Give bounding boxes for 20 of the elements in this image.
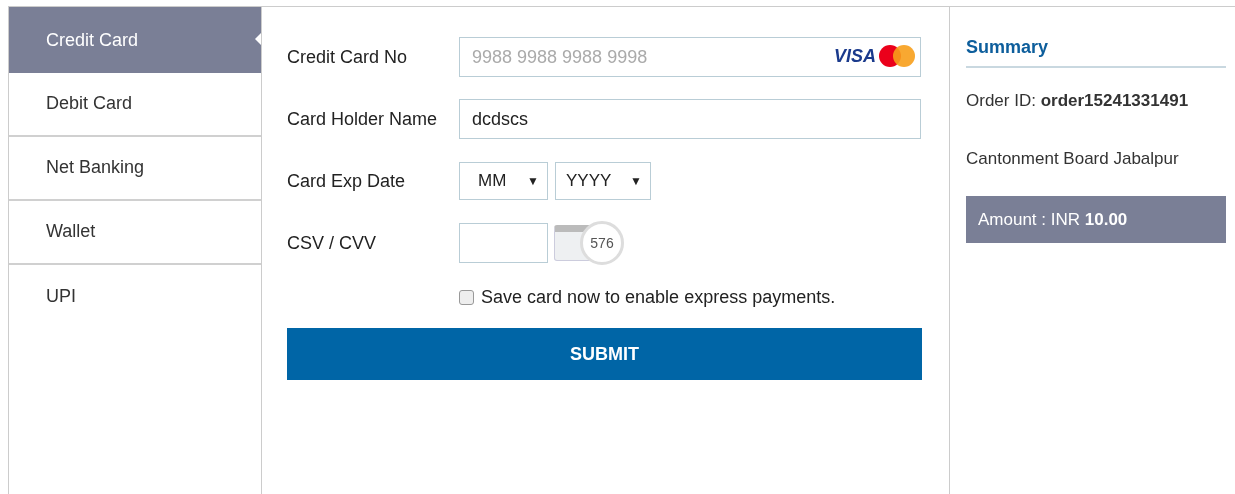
year-select[interactable]: YYYY ▼ (555, 162, 651, 200)
summary-title: Summary (966, 37, 1226, 68)
merchant-name: Cantonment Board Jabalpur (966, 149, 1180, 169)
payment-method-tab[interactable]: Debit Card (9, 73, 261, 137)
field-label: Card Holder Name (287, 108, 439, 130)
payment-method-tab[interactable]: Net Banking (9, 137, 261, 201)
field-label: Card Exp Date (287, 170, 407, 192)
card-holder-field[interactable]: dcdscs (459, 99, 921, 139)
amount-bar: Amount : INR 10.00 (966, 196, 1226, 243)
cvv-field[interactable] (459, 223, 548, 263)
payment-method-tab[interactable]: Credit Card (9, 7, 261, 73)
order-id: Order ID: order15241331491 (966, 91, 1190, 111)
field-label: Credit Card No (287, 46, 409, 68)
payment-method-tab[interactable]: Wallet (9, 201, 261, 265)
submit-button[interactable]: SUBMIT (287, 328, 922, 380)
checkbox[interactable] (459, 290, 474, 305)
payment-method-tab[interactable]: UPI (9, 265, 261, 329)
field-label: CSV / CVV (287, 232, 378, 254)
month-select[interactable]: MM ▼ (459, 162, 548, 200)
checkbox-label: Save card now to enable express payments. (481, 287, 836, 308)
